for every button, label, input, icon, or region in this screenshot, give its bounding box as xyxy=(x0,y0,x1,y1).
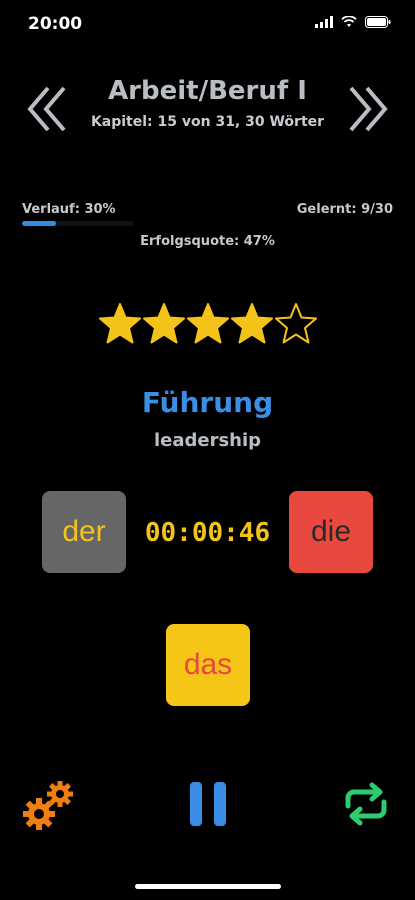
star-filled-icon xyxy=(142,303,185,344)
wifi-icon xyxy=(341,16,357,27)
das-button[interactable]: das xyxy=(166,624,250,706)
status-time: 20:00 xyxy=(28,14,83,34)
star-empty-icon xyxy=(274,303,317,344)
pause-icon[interactable] xyxy=(180,776,236,832)
status-icons xyxy=(315,16,391,28)
star-filled-icon xyxy=(230,303,273,344)
star-filled-icon xyxy=(186,303,229,344)
progress-fill xyxy=(22,221,56,226)
learned-count: Gelernt: 9/30 xyxy=(296,202,393,217)
gears-icon[interactable] xyxy=(22,776,78,832)
star-filled-icon xyxy=(98,303,141,344)
double-chevron-right-icon[interactable] xyxy=(345,84,389,134)
battery-icon xyxy=(365,16,391,28)
translation: leadership xyxy=(153,430,262,451)
repeat-icon[interactable] xyxy=(338,776,394,832)
signal-icon xyxy=(315,16,333,28)
die-button[interactable]: die xyxy=(289,491,373,573)
home-indicator[interactable] xyxy=(135,884,281,889)
success-rate: Erfolgsquote: 47% xyxy=(140,234,275,249)
progress-label: Verlauf: 30% xyxy=(22,202,116,217)
progress-bar xyxy=(22,221,134,226)
star-rating xyxy=(0,302,415,346)
vocabulary-word: Führung xyxy=(141,386,274,419)
